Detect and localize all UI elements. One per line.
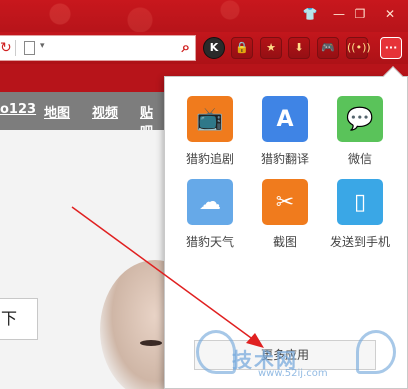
arrow-head: [246, 333, 264, 348]
annotation-arrow: [71, 206, 264, 348]
arrow-shaft: [71, 206, 259, 344]
